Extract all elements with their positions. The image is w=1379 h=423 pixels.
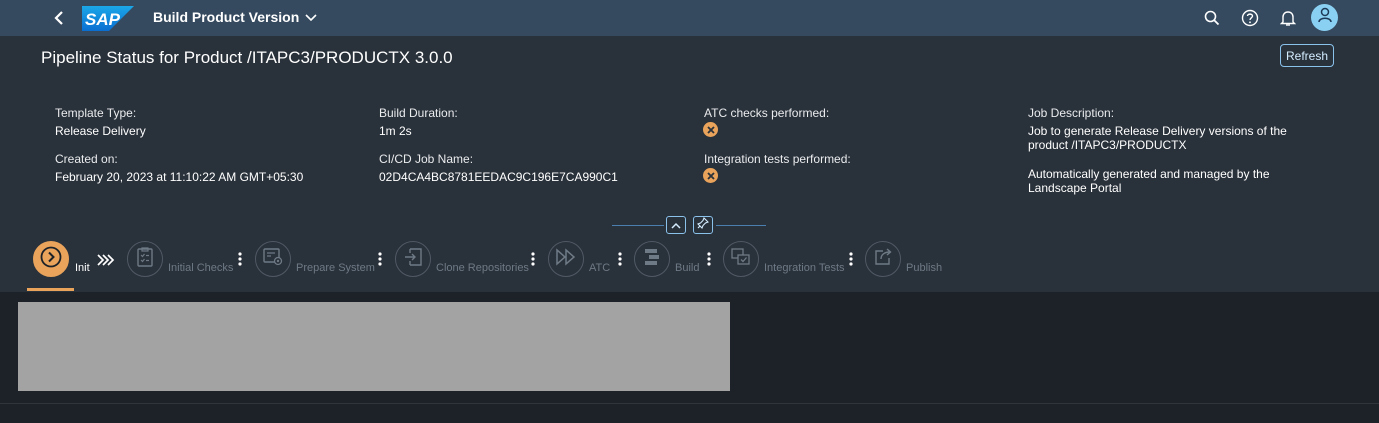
more-icon[interactable] — [378, 251, 382, 267]
help-icon[interactable] — [1239, 7, 1261, 29]
template-type-value: Release Delivery — [55, 124, 146, 138]
chevron-up-icon — [671, 216, 681, 234]
template-type-label: Template Type: — [55, 106, 137, 120]
app-title: Build Product Version — [153, 9, 300, 25]
integration-icon — [730, 247, 752, 272]
job-description-line: Landscape Portal — [1028, 181, 1122, 195]
bell-icon[interactable] — [1277, 7, 1299, 29]
divider — [0, 403, 1379, 404]
step-build[interactable] — [634, 241, 670, 277]
divider — [612, 225, 664, 226]
search-icon[interactable] — [1201, 7, 1223, 29]
step-publish[interactable] — [865, 241, 901, 277]
step-label-prepare-system: Prepare System — [296, 262, 375, 274]
step-clone-repositories[interactable] — [395, 241, 431, 277]
created-on-value: February 20, 2023 at 11:10:22 AM GMT+05:… — [55, 170, 304, 184]
back-icon[interactable] — [48, 7, 70, 29]
integration-tests-label: Integration tests performed: — [704, 152, 851, 166]
job-description-line: Job to generate Release Delivery version… — [1028, 124, 1287, 138]
step-label-publish: Publish — [906, 262, 943, 274]
sap-logo: SAP — [82, 6, 134, 31]
job-description-line: Automatically generated and managed by t… — [1028, 167, 1270, 181]
redacted-content — [18, 302, 730, 391]
object-header — [0, 36, 1379, 292]
system-settings-icon — [262, 247, 284, 272]
atc-checks-label: ATC checks performed: — [704, 106, 830, 120]
step-init[interactable] — [33, 241, 69, 277]
step-integration-tests[interactable] — [723, 241, 759, 277]
step-initial-checks[interactable] — [127, 241, 163, 277]
step-prepare-system[interactable] — [255, 241, 291, 277]
more-icon[interactable] — [849, 251, 853, 267]
more-icon[interactable] — [531, 251, 535, 267]
step-label-init: Init — [75, 262, 90, 274]
pin-icon — [697, 216, 709, 234]
build-duration-value: 1m 2s — [379, 124, 412, 138]
job-name-value: 02D4CA4BC8781EEDAC9C196E7CA990C1 — [379, 170, 618, 184]
step-label-clone-repositories: Clone Repositories — [436, 262, 529, 274]
shell-bar: SAP Build Product Version — [0, 0, 1379, 36]
job-name-label: CI/CD Job Name: — [379, 152, 474, 166]
user-icon — [1317, 7, 1332, 28]
step-atc[interactable] — [548, 241, 584, 277]
user-avatar[interactable] — [1311, 4, 1338, 31]
step-label-initial-checks: Initial Checks — [168, 262, 234, 274]
collapse-header-button[interactable] — [666, 216, 686, 234]
refresh-button[interactable]: Refresh — [1280, 44, 1334, 67]
page-title: Pipeline Status for Product /ITAPC3/PROD… — [41, 48, 453, 67]
fast-forward-icon — [555, 247, 577, 271]
created-on-label: Created on: — [55, 152, 118, 166]
build-icon — [642, 247, 662, 272]
step-label-integration-tests: Integration Tests — [764, 262, 845, 274]
logo-text: SAP — [85, 10, 121, 29]
more-icon[interactable] — [707, 251, 711, 267]
active-step-indicator — [27, 288, 74, 291]
more-icon[interactable] — [618, 251, 622, 267]
more-icon[interactable] — [238, 251, 242, 267]
triple-chevron-icon — [97, 253, 115, 271]
pin-header-button[interactable] — [693, 216, 713, 234]
job-description-line: product /ITAPC3/PRODUCTX — [1028, 138, 1187, 152]
error-icon — [703, 168, 718, 183]
step-label-build: Build — [675, 262, 700, 274]
share-icon — [873, 247, 893, 272]
app-title-menu[interactable]: Build Product Version — [153, 9, 317, 25]
step-label-atc: ATC — [589, 262, 611, 274]
job-description-label: Job Description: — [1028, 106, 1115, 120]
divider — [716, 225, 766, 226]
build-duration-label: Build Duration: — [379, 106, 458, 120]
play-circle-icon — [39, 245, 63, 274]
clone-icon — [403, 247, 423, 272]
chevron-down-icon — [305, 9, 317, 25]
checklist-icon — [136, 246, 154, 273]
error-icon — [703, 122, 718, 137]
